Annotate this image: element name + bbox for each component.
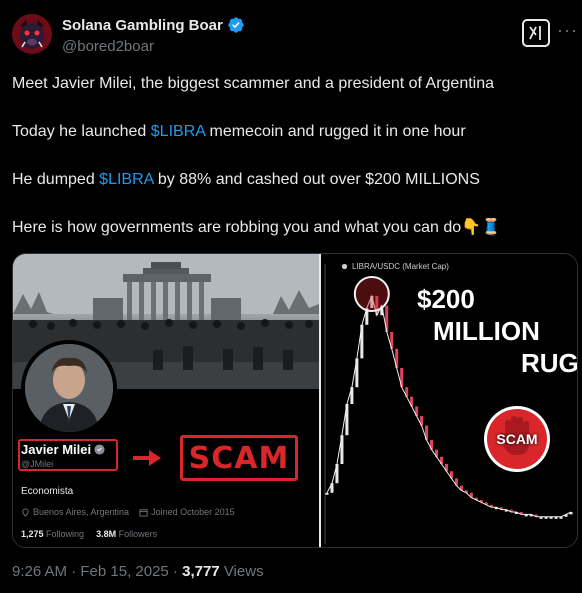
more-options-button[interactable]: ···: [557, 20, 578, 41]
tweet-line-2-suffix: memecoin and rugged it in one hour: [205, 123, 466, 140]
following-count: 1,275: [21, 529, 44, 539]
headline-million: MILLION: [433, 316, 540, 346]
cashtag-link[interactable]: $LIBRA: [99, 171, 153, 188]
profile-name: Javier Milei: [21, 442, 92, 457]
chart-title: LIBRA/USDC (Market Cap): [352, 262, 449, 271]
profile-meta: Buenos Aires, Argentina Joined October 2…: [21, 507, 235, 517]
tweet-timestamp[interactable]: 9:26 AM · Feb 15, 2025 ·: [12, 563, 182, 580]
headline-amount: $200: [417, 284, 475, 314]
boar-avatar-icon[interactable]: [12, 14, 52, 54]
following-label: Following: [46, 529, 85, 539]
author-display-name[interactable]: Solana Gambling Boar: [62, 17, 223, 34]
profile-location-text: Buenos Aires, Argentina: [33, 507, 130, 517]
chart-dot-icon: [341, 263, 348, 270]
scam-stamp-text: SCAM: [188, 440, 290, 476]
tweet-footer: 9:26 AM · Feb 15, 2025 · 3,777 Views: [12, 563, 264, 580]
chart-pair-label: LIBRA/USDC (Market Cap): [341, 262, 449, 271]
tweet-line-2: Today he launched $LIBRA memecoin and ru…: [12, 121, 466, 143]
grok-icon[interactable]: [522, 19, 550, 47]
tweet-line-4: Here is how governments are robbing you …: [12, 219, 501, 236]
profile-joined: Joined October 2015: [139, 507, 235, 517]
scam-badge-text: SCAM: [496, 431, 538, 447]
profile-location: Buenos Aires, Argentina: [21, 507, 129, 517]
cashtag-link[interactable]: $LIBRA: [151, 123, 205, 140]
tweet-line-2-prefix: Today he launched: [12, 123, 151, 140]
arrow-right-icon: [133, 450, 161, 466]
calendar-icon: [139, 508, 148, 517]
profile-handle: @JMilei: [21, 459, 54, 469]
verified-badge-icon: [228, 17, 244, 33]
profile-joined-text: Joined October 2015: [151, 507, 235, 517]
profile-name-row: Javier Milei: [21, 442, 105, 457]
tweet-line-3: He dumped $LIBRA by 88% and cashed out o…: [12, 169, 480, 191]
chart-candle: [325, 492, 329, 495]
scam-stamp: SCAM: [180, 435, 298, 481]
tweet-line-3-suffix: by 88% and cashed out over $200 MILLIONS: [153, 171, 480, 188]
milei-profile-photo: [21, 340, 117, 436]
views-label: Views: [219, 563, 264, 580]
tweet-line-3-prefix: He dumped: [12, 171, 100, 188]
tweet-media[interactable]: Javier Milei @JMilei Economista Buenos A…: [12, 253, 578, 548]
followers-stat: 3.8M Followers: [96, 529, 157, 539]
scam-hand-badge: SCAM: [484, 406, 550, 472]
view-count: 3,777: [182, 563, 220, 580]
stop-hand-icon: SCAM: [487, 409, 547, 469]
media-image-right[interactable]: LIBRA/USDC (Market Cap) $200 MILLION RUG…: [321, 254, 578, 547]
author-handle[interactable]: @bored2boar: [62, 38, 154, 55]
verified-badge-icon: [94, 444, 105, 455]
media-image-left[interactable]: Javier Milei @JMilei Economista Buenos A…: [13, 254, 319, 547]
profile-bio: Economista: [21, 486, 74, 497]
profile-follow-stats: 1,275 Following 3.8M Followers: [21, 529, 157, 539]
location-pin-icon: [22, 507, 29, 517]
headline-rug: RUG: [521, 348, 578, 378]
following-stat: 1,275 Following: [21, 529, 84, 539]
author-name-row[interactable]: Solana Gambling Boar: [62, 16, 245, 34]
followers-count: 3.8M: [96, 529, 117, 539]
tweet-header: Solana Gambling Boar @bored2boar ···: [12, 12, 577, 60]
tweet-line-1: Meet Javier Milei, the biggest scammer a…: [12, 75, 495, 92]
peak-highlight-circle: [353, 276, 390, 312]
followers-label: Followers: [118, 529, 158, 539]
